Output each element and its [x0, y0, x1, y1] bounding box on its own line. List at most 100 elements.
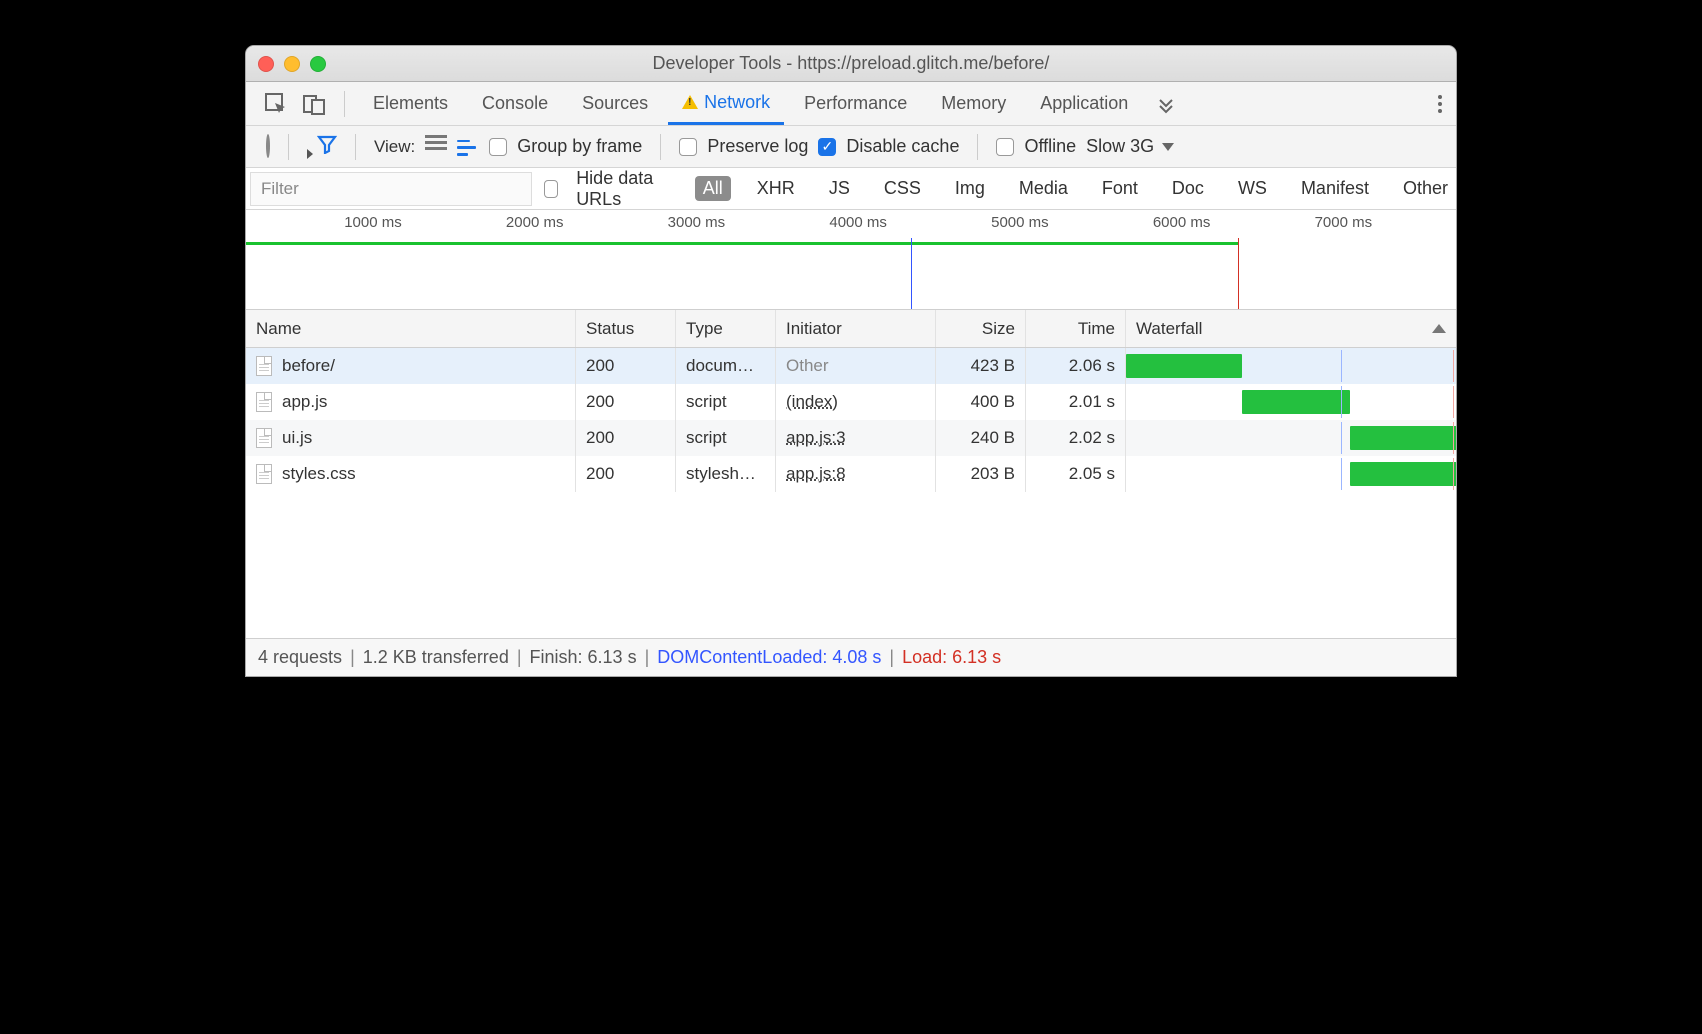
preserve-log-checkbox[interactable] — [679, 138, 697, 156]
type-cell: script — [676, 420, 776, 456]
chip-all[interactable]: All — [695, 176, 731, 201]
separator: | — [645, 647, 650, 668]
time-cell: 2.02 s — [1026, 420, 1126, 456]
chip-xhr[interactable]: XHR — [749, 176, 803, 201]
file-icon — [256, 464, 272, 484]
table-row[interactable]: ui.js200scriptapp.js:3240 B2.02 s — [246, 420, 1456, 456]
tab-sources[interactable]: Sources — [568, 82, 662, 125]
network-toolbar: View: Group by frame Preserve log ✓ Disa… — [246, 126, 1456, 168]
table-row[interactable]: app.js200script(index)400 B2.01 s — [246, 384, 1456, 420]
separator: | — [889, 647, 894, 668]
tab-performance[interactable]: Performance — [790, 82, 921, 125]
time-cell: 2.05 s — [1026, 456, 1126, 492]
col-initiator[interactable]: Initiator — [776, 310, 936, 347]
group-by-frame-checkbox[interactable] — [489, 138, 507, 156]
more-tabs-button[interactable] — [1154, 92, 1178, 116]
waterfall-cell — [1126, 420, 1456, 456]
chip-manifest[interactable]: Manifest — [1293, 176, 1377, 201]
tab-elements[interactable]: Elements — [359, 82, 462, 125]
initiator-text: Other — [786, 356, 829, 376]
name-cell: ui.js — [246, 420, 576, 456]
hide-data-urls-checkbox[interactable] — [544, 180, 559, 198]
waterfall-cell — [1126, 456, 1456, 492]
chip-font[interactable]: Font — [1094, 176, 1146, 201]
status-load: Load: 6.13 s — [902, 647, 1001, 668]
chip-ws[interactable]: WS — [1230, 176, 1275, 201]
initiator-link[interactable]: (index) — [786, 392, 838, 412]
window-titlebar[interactable]: Developer Tools - https://preload.glitch… — [246, 46, 1456, 82]
col-waterfall-label: Waterfall — [1136, 319, 1202, 339]
chip-js[interactable]: JS — [821, 176, 858, 201]
initiator-cell[interactable]: (index) — [776, 384, 936, 420]
offline-checkbox[interactable] — [996, 138, 1014, 156]
disable-cache-checkbox[interactable]: ✓ — [818, 138, 836, 156]
tab-label: Network — [704, 92, 770, 113]
col-waterfall[interactable]: Waterfall — [1126, 310, 1456, 347]
tab-application[interactable]: Application — [1026, 82, 1142, 125]
table-row[interactable]: styles.css200stylesh…app.js:8203 B2.05 s — [246, 456, 1456, 492]
filter-input[interactable] — [250, 172, 532, 206]
preserve-log-label: Preserve log — [707, 136, 808, 157]
col-name[interactable]: Name — [246, 310, 576, 347]
view-label: View: — [374, 137, 415, 157]
view-waterfall-button[interactable] — [457, 138, 479, 156]
tab-label: Sources — [582, 93, 648, 114]
chip-img[interactable]: Img — [947, 176, 993, 201]
waterfall-bar — [1350, 462, 1456, 486]
minimize-icon[interactable] — [284, 56, 300, 72]
clear-icon — [266, 134, 270, 158]
chip-doc[interactable]: Doc — [1164, 176, 1212, 201]
waterfall-cell — [1126, 384, 1456, 420]
request-name: ui.js — [282, 428, 312, 448]
separator — [355, 134, 356, 160]
status-requests: 4 requests — [258, 647, 342, 668]
name-cell: before/ — [246, 348, 576, 384]
overview-timeline[interactable]: 1000 ms2000 ms3000 ms4000 ms5000 ms6000 … — [246, 210, 1456, 310]
waterfall-bar — [1126, 354, 1242, 378]
tab-network[interactable]: Network — [668, 82, 784, 125]
initiator-link[interactable]: app.js:8 — [786, 464, 846, 484]
status-dcl: DOMContentLoaded: 4.08 s — [657, 647, 881, 668]
filter-toggle-button[interactable] — [317, 134, 337, 159]
settings-kebab-icon[interactable] — [1432, 89, 1448, 119]
separator — [660, 134, 661, 160]
chevron-down-icon — [1162, 143, 1174, 151]
close-icon[interactable] — [258, 56, 274, 72]
dcl-marker — [1341, 458, 1342, 490]
chip-other[interactable]: Other — [1395, 176, 1456, 201]
chip-css[interactable]: CSS — [876, 176, 929, 201]
initiator-cell[interactable]: app.js:3 — [776, 420, 936, 456]
initiator-link[interactable]: app.js:3 — [786, 428, 846, 448]
overview-tick: 4000 ms — [829, 214, 887, 231]
dcl-marker — [911, 238, 912, 309]
tab-memory[interactable]: Memory — [927, 82, 1020, 125]
size-cell: 203 B — [936, 456, 1026, 492]
group-by-frame-label: Group by frame — [517, 136, 642, 157]
size-cell: 423 B — [936, 348, 1026, 384]
inspect-element-icon[interactable] — [264, 92, 288, 116]
device-toggle-icon[interactable] — [302, 92, 326, 116]
status-cell: 200 — [576, 420, 676, 456]
panels-tabbar: Elements Console Sources Network Perform… — [246, 82, 1456, 126]
col-status[interactable]: Status — [576, 310, 676, 347]
col-type[interactable]: Type — [676, 310, 776, 347]
tab-console[interactable]: Console — [468, 82, 562, 125]
filter-bar: Hide data URLs All XHR JS CSS Img Media … — [246, 168, 1456, 210]
clear-button[interactable] — [266, 136, 270, 157]
col-size[interactable]: Size — [936, 310, 1026, 347]
chip-media[interactable]: Media — [1011, 176, 1076, 201]
col-time[interactable]: Time — [1026, 310, 1126, 347]
devtools-window: Developer Tools - https://preload.glitch… — [245, 45, 1457, 677]
separator: | — [517, 647, 522, 668]
tab-label: Console — [482, 93, 548, 114]
view-large-button[interactable] — [425, 135, 447, 158]
zoom-icon[interactable] — [310, 56, 326, 72]
table-row[interactable]: before/200docum…Other423 B2.06 s — [246, 348, 1456, 384]
initiator-cell[interactable]: app.js:8 — [776, 456, 936, 492]
status-transferred: 1.2 KB transferred — [363, 647, 509, 668]
status-finish: Finish: 6.13 s — [530, 647, 637, 668]
overview-ticks: 1000 ms2000 ms3000 ms4000 ms5000 ms6000 … — [246, 214, 1444, 232]
tab-label: Elements — [373, 93, 448, 114]
initiator-cell[interactable]: Other — [776, 348, 936, 384]
throttling-select[interactable]: Slow 3G — [1086, 136, 1174, 157]
